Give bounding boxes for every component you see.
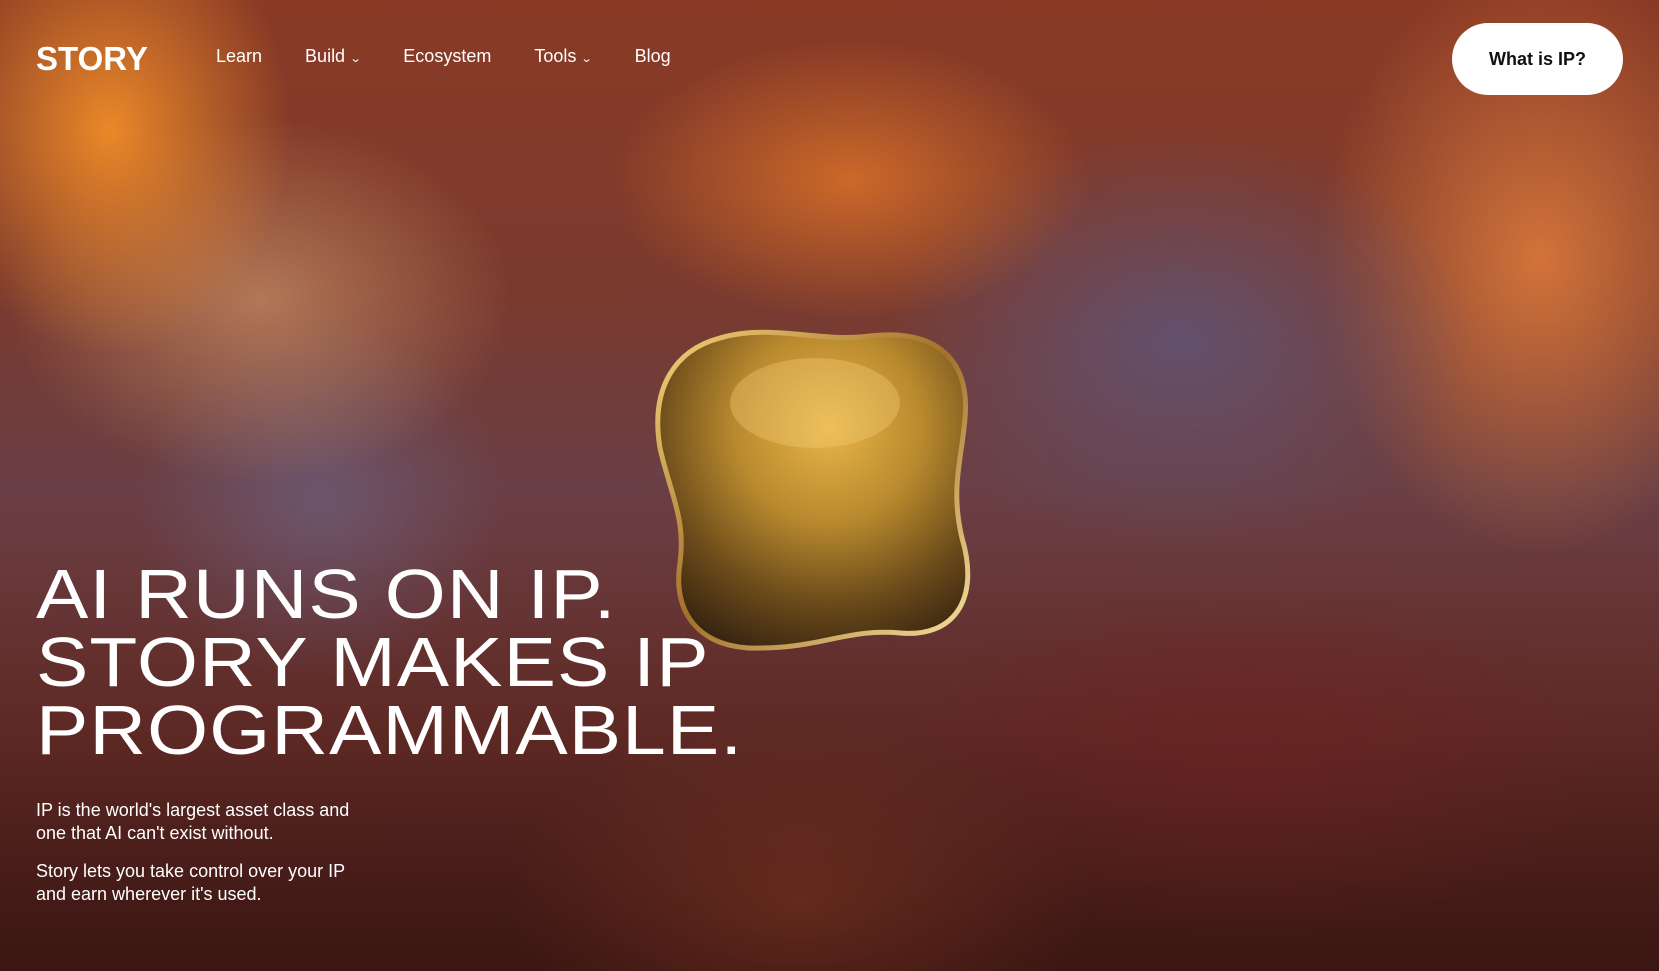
nav-label: Tools <box>534 46 577 66</box>
nav-label: Build <box>305 46 346 66</box>
chevron-down-icon: ⌄ <box>580 52 593 65</box>
nav-item-learn[interactable]: Learn <box>216 46 262 67</box>
chevron-down-icon: ⌄ <box>349 52 362 65</box>
headline-line: PROGRAMMABLE. <box>36 691 744 769</box>
nav-item-tools[interactable]: Tools ⌄ <box>534 46 593 67</box>
hero-headline: AI RUNS ON IP. STORY MAKES IP PROGRAMMAB… <box>36 555 744 769</box>
story-logo[interactable]: STORY <box>36 40 148 78</box>
nav-label: Ecosystem <box>403 46 492 66</box>
hero-copy: IP is the world's largest asset class an… <box>36 799 366 921</box>
nav-label: Blog <box>634 46 671 66</box>
nav-item-build[interactable]: Build ⌄ <box>305 46 362 67</box>
hero-paragraph: Story lets you take control over your IP… <box>36 861 345 904</box>
headline-line: STORY MAKES IP <box>36 623 710 701</box>
main-nav: Learn Build ⌄ Ecosystem Tools ⌄ Blog <box>216 46 714 67</box>
nav-item-blog[interactable]: Blog <box>635 46 671 67</box>
what-is-ip-button[interactable]: What is IP? <box>1452 23 1623 95</box>
hero-background: STORY Learn Build ⌄ Ecosystem Tools ⌄ Bl… <box>0 0 1659 971</box>
nav-item-ecosystem[interactable]: Ecosystem <box>403 46 491 67</box>
headline-line: AI RUNS ON IP. <box>36 555 617 633</box>
nav-label: Learn <box>216 46 263 66</box>
hero-paragraph: IP is the world's largest asset class an… <box>36 800 350 843</box>
